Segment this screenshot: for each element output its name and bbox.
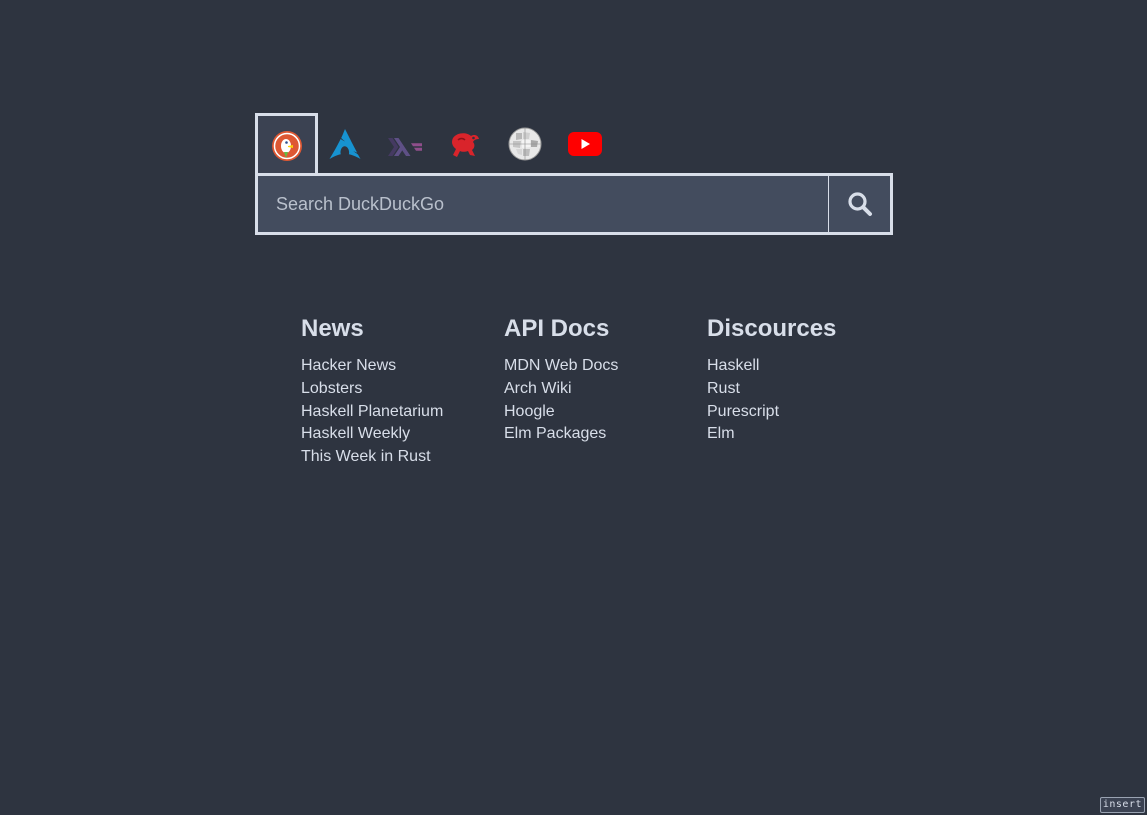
link-hacker-news[interactable]: Hacker News (301, 357, 396, 374)
hackage-icon (452, 132, 479, 157)
link-lobsters[interactable]: Lobsters (301, 380, 362, 397)
list-item: Rust (707, 378, 910, 401)
search-engine-tabs (255, 113, 615, 176)
list-item: Elm (707, 423, 910, 446)
search-button[interactable] (828, 176, 890, 232)
tab-haskell[interactable] (375, 113, 435, 174)
link-elm-packages[interactable]: Elm Packages (504, 425, 606, 442)
tab-hackage[interactable] (435, 113, 495, 174)
link-list: Hacker News Lobsters Haskell Planetarium… (301, 355, 504, 469)
list-item: Hoogle (504, 401, 707, 424)
link-arch-wiki[interactable]: Arch Wiki (504, 380, 572, 397)
duckduckgo-icon (271, 131, 302, 161)
start-page: News Hacker News Lobsters Haskell Planet… (0, 0, 1147, 815)
link-mdn-web-docs[interactable]: MDN Web Docs (504, 357, 618, 374)
link-rust-discourse[interactable]: Rust (707, 380, 740, 397)
mode-indicator: insert (1099, 797, 1145, 813)
search-icon (847, 192, 872, 216)
list-item: Hacker News (301, 355, 504, 378)
column-api-docs: API Docs MDN Web Docs Arch Wiki Hoogle E… (504, 314, 707, 469)
list-item: Haskell (707, 355, 910, 378)
haskell-icon (388, 137, 422, 156)
list-item: MDN Web Docs (504, 355, 707, 378)
tab-arch-linux[interactable] (315, 113, 375, 174)
list-item: Haskell Weekly (301, 423, 504, 446)
list-item: Haskell Planetarium (301, 401, 504, 424)
link-list: MDN Web Docs Arch Wiki Hoogle Elm Packag… (504, 355, 707, 446)
wikipedia-icon (508, 127, 542, 160)
link-haskell-discourse[interactable]: Haskell (707, 357, 759, 374)
list-item: Arch Wiki (504, 378, 707, 401)
column-title: API Docs (504, 315, 610, 342)
column-title: News (301, 315, 364, 342)
search-form (255, 173, 893, 235)
link-haskell-planetarium[interactable]: Haskell Planetarium (301, 403, 443, 420)
list-item: This Week in Rust (301, 446, 504, 469)
link-this-week-in-rust[interactable]: This Week in Rust (301, 448, 431, 465)
link-purescript-discourse[interactable]: Purescript (707, 403, 779, 420)
tab-duckduckgo[interactable] (255, 113, 318, 176)
tab-youtube[interactable] (555, 113, 615, 174)
link-list: Haskell Rust Purescript Elm (707, 355, 910, 446)
link-haskell-weekly[interactable]: Haskell Weekly (301, 425, 410, 442)
list-item: Lobsters (301, 378, 504, 401)
link-columns: News Hacker News Lobsters Haskell Planet… (301, 314, 910, 469)
tab-wikipedia[interactable] (495, 113, 555, 174)
column-title: Discources (707, 315, 837, 342)
search-input[interactable] (258, 176, 828, 232)
column-discources: Discources Haskell Rust Purescript Elm (707, 314, 910, 469)
arch-linux-icon (329, 128, 361, 159)
youtube-icon (568, 131, 602, 156)
list-item: Elm Packages (504, 423, 707, 446)
column-news: News Hacker News Lobsters Haskell Planet… (301, 314, 504, 469)
link-elm-discourse[interactable]: Elm (707, 425, 735, 442)
link-hoogle[interactable]: Hoogle (504, 403, 555, 420)
list-item: Purescript (707, 401, 910, 424)
